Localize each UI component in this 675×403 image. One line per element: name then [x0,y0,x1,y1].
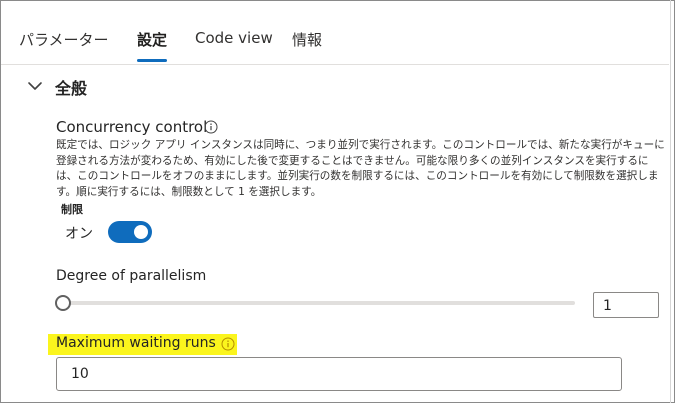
toggle-state-label: オン [65,226,93,242]
panel-edge [670,0,671,403]
maximum-waiting-runs-label: Maximum waiting runs [56,335,216,351]
info-icon[interactable] [221,337,235,351]
section-title: 全般 [55,79,88,98]
parallelism-slider-thumb[interactable] [55,295,71,311]
tab-divider [1,64,669,65]
maximum-waiting-runs-input[interactable]: 10 [56,357,622,391]
concurrency-toggle[interactable] [108,221,152,243]
info-icon[interactable] [204,120,218,134]
toggle-knob [134,225,148,239]
limit-label: 制限 [61,203,83,216]
tab-code-view[interactable]: Code view [195,29,273,47]
tab-about[interactable]: 情報 [292,29,322,50]
tab-settings[interactable]: 設定 [137,29,167,50]
settings-panel: パラメーター 設定 Code view 情報 全般 Concurrency co… [0,0,675,403]
parallelism-slider-track[interactable] [61,301,575,305]
tab-parameters[interactable]: パラメーター [19,29,109,50]
degree-of-parallelism-label: Degree of parallelism [56,268,207,284]
active-tab-indicator [137,59,167,62]
concurrency-description: 既定では、ロジック アプリ インスタンスは同時に、つまり並列で実行されます。この… [56,139,665,198]
parallelism-number-input[interactable]: 1 [593,292,659,318]
chevron-down-icon [28,82,42,90]
concurrency-control-title: Concurrency control [56,118,208,136]
